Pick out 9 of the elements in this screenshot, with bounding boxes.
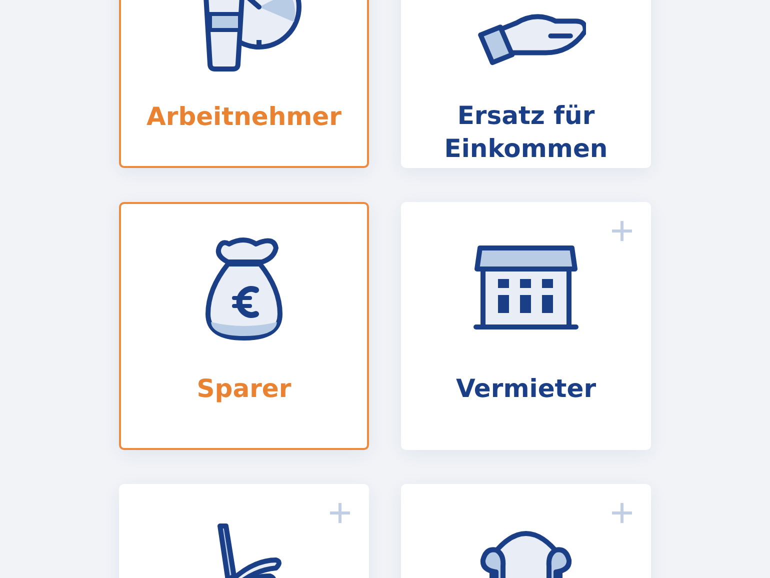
category-card[interactable]: Vermieter <box>401 202 651 450</box>
card-label: Arbeitnehmer <box>146 101 342 133</box>
card-label: Vermieter <box>454 373 598 405</box>
category-card[interactable]: Ersatz für Einkommen <box>401 0 651 168</box>
plus-icon <box>329 502 351 524</box>
card-label: Ersatz für Einkommen <box>443 100 609 166</box>
plus-icon <box>611 220 633 242</box>
card-label: Sparer <box>196 373 292 405</box>
plus-icon <box>611 502 633 524</box>
